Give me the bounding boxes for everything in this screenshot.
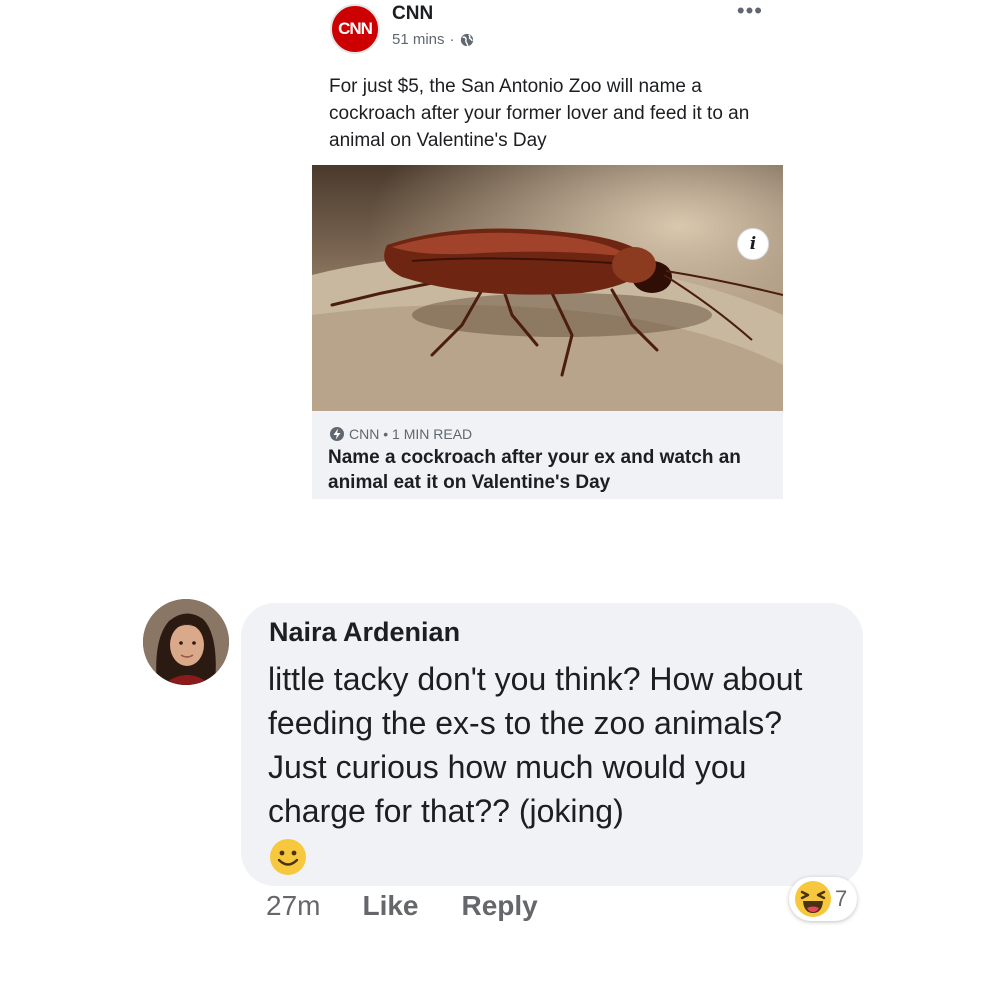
reaction-summary[interactable]: 7 bbox=[789, 877, 858, 921]
bolt-icon bbox=[330, 427, 344, 441]
link-source-label: CNN • 1 MIN READ bbox=[349, 426, 473, 442]
smiley-icon bbox=[270, 839, 306, 875]
cockroach-photo[interactable] bbox=[312, 165, 783, 411]
haha-icon bbox=[795, 881, 831, 917]
post-text: For just $5, the San Antonio Zoo will na… bbox=[329, 76, 750, 151]
link-title[interactable]: Name a cockroach after your ex and watch… bbox=[328, 445, 773, 495]
meta-separator: · bbox=[449, 31, 455, 48]
info-icon[interactable]: i bbox=[737, 228, 769, 260]
globe-icon bbox=[460, 33, 473, 46]
page-name[interactable]: CNN bbox=[392, 3, 433, 25]
link-source: CNN • 1 MIN READ bbox=[329, 426, 472, 442]
avatar-photo[interactable] bbox=[143, 599, 229, 685]
link-preview[interactable]: CNN • 1 MIN READ Name a cockroach after … bbox=[312, 411, 783, 499]
post-timestamp[interactable]: 51 mins bbox=[392, 31, 445, 48]
reaction-count: 7 bbox=[835, 886, 848, 911]
like-button[interactable]: Like bbox=[362, 890, 418, 922]
more-dots-icon[interactable]: ••• bbox=[737, 0, 763, 22]
comment-actions: 27m Like Reply bbox=[266, 890, 538, 922]
post-meta: 51 mins · bbox=[392, 31, 474, 48]
comment-time[interactable]: 27m bbox=[266, 890, 320, 922]
comment-author[interactable]: Naira Ardenian bbox=[269, 617, 460, 648]
reply-button[interactable]: Reply bbox=[462, 890, 538, 922]
comment-bubble: Naira Ardenian little tacky don't you th… bbox=[241, 603, 863, 886]
comment-text: little tacky don't you think? How about … bbox=[268, 657, 838, 877]
comment-body: little tacky don't you think? How about … bbox=[268, 661, 803, 829]
cnn-logo[interactable]: CNN bbox=[330, 4, 380, 54]
